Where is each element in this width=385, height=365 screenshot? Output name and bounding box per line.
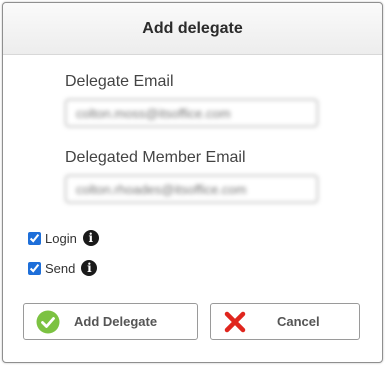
add-delegate-dialog: Add delegate Delegate Email Delegated Me… xyxy=(2,2,383,363)
dialog-title: Add delegate xyxy=(3,3,382,55)
add-delegate-label: Add Delegate xyxy=(74,314,158,329)
delegated-member-email-input[interactable] xyxy=(65,175,318,203)
send-info-icon[interactable]: i xyxy=(81,260,98,276)
login-label: Login xyxy=(45,230,77,246)
close-icon xyxy=(223,310,247,334)
add-delegate-button[interactable]: Add Delegate xyxy=(23,303,198,340)
login-info-icon[interactable]: i xyxy=(82,230,99,246)
cancel-button[interactable]: Cancel xyxy=(210,303,360,340)
delegated-member-email-label: Delegated Member Email xyxy=(65,149,246,166)
login-checkbox[interactable] xyxy=(28,231,41,245)
send-checkbox[interactable] xyxy=(28,261,41,275)
send-label: Send xyxy=(45,260,76,276)
send-permission-row: Send i xyxy=(28,259,98,277)
cancel-label: Cancel xyxy=(277,314,320,329)
delegate-email-input[interactable] xyxy=(65,99,318,127)
check-circle-icon xyxy=(36,310,60,334)
delegate-email-label: Delegate Email xyxy=(65,73,174,90)
login-permission-row: Login i xyxy=(28,229,99,247)
